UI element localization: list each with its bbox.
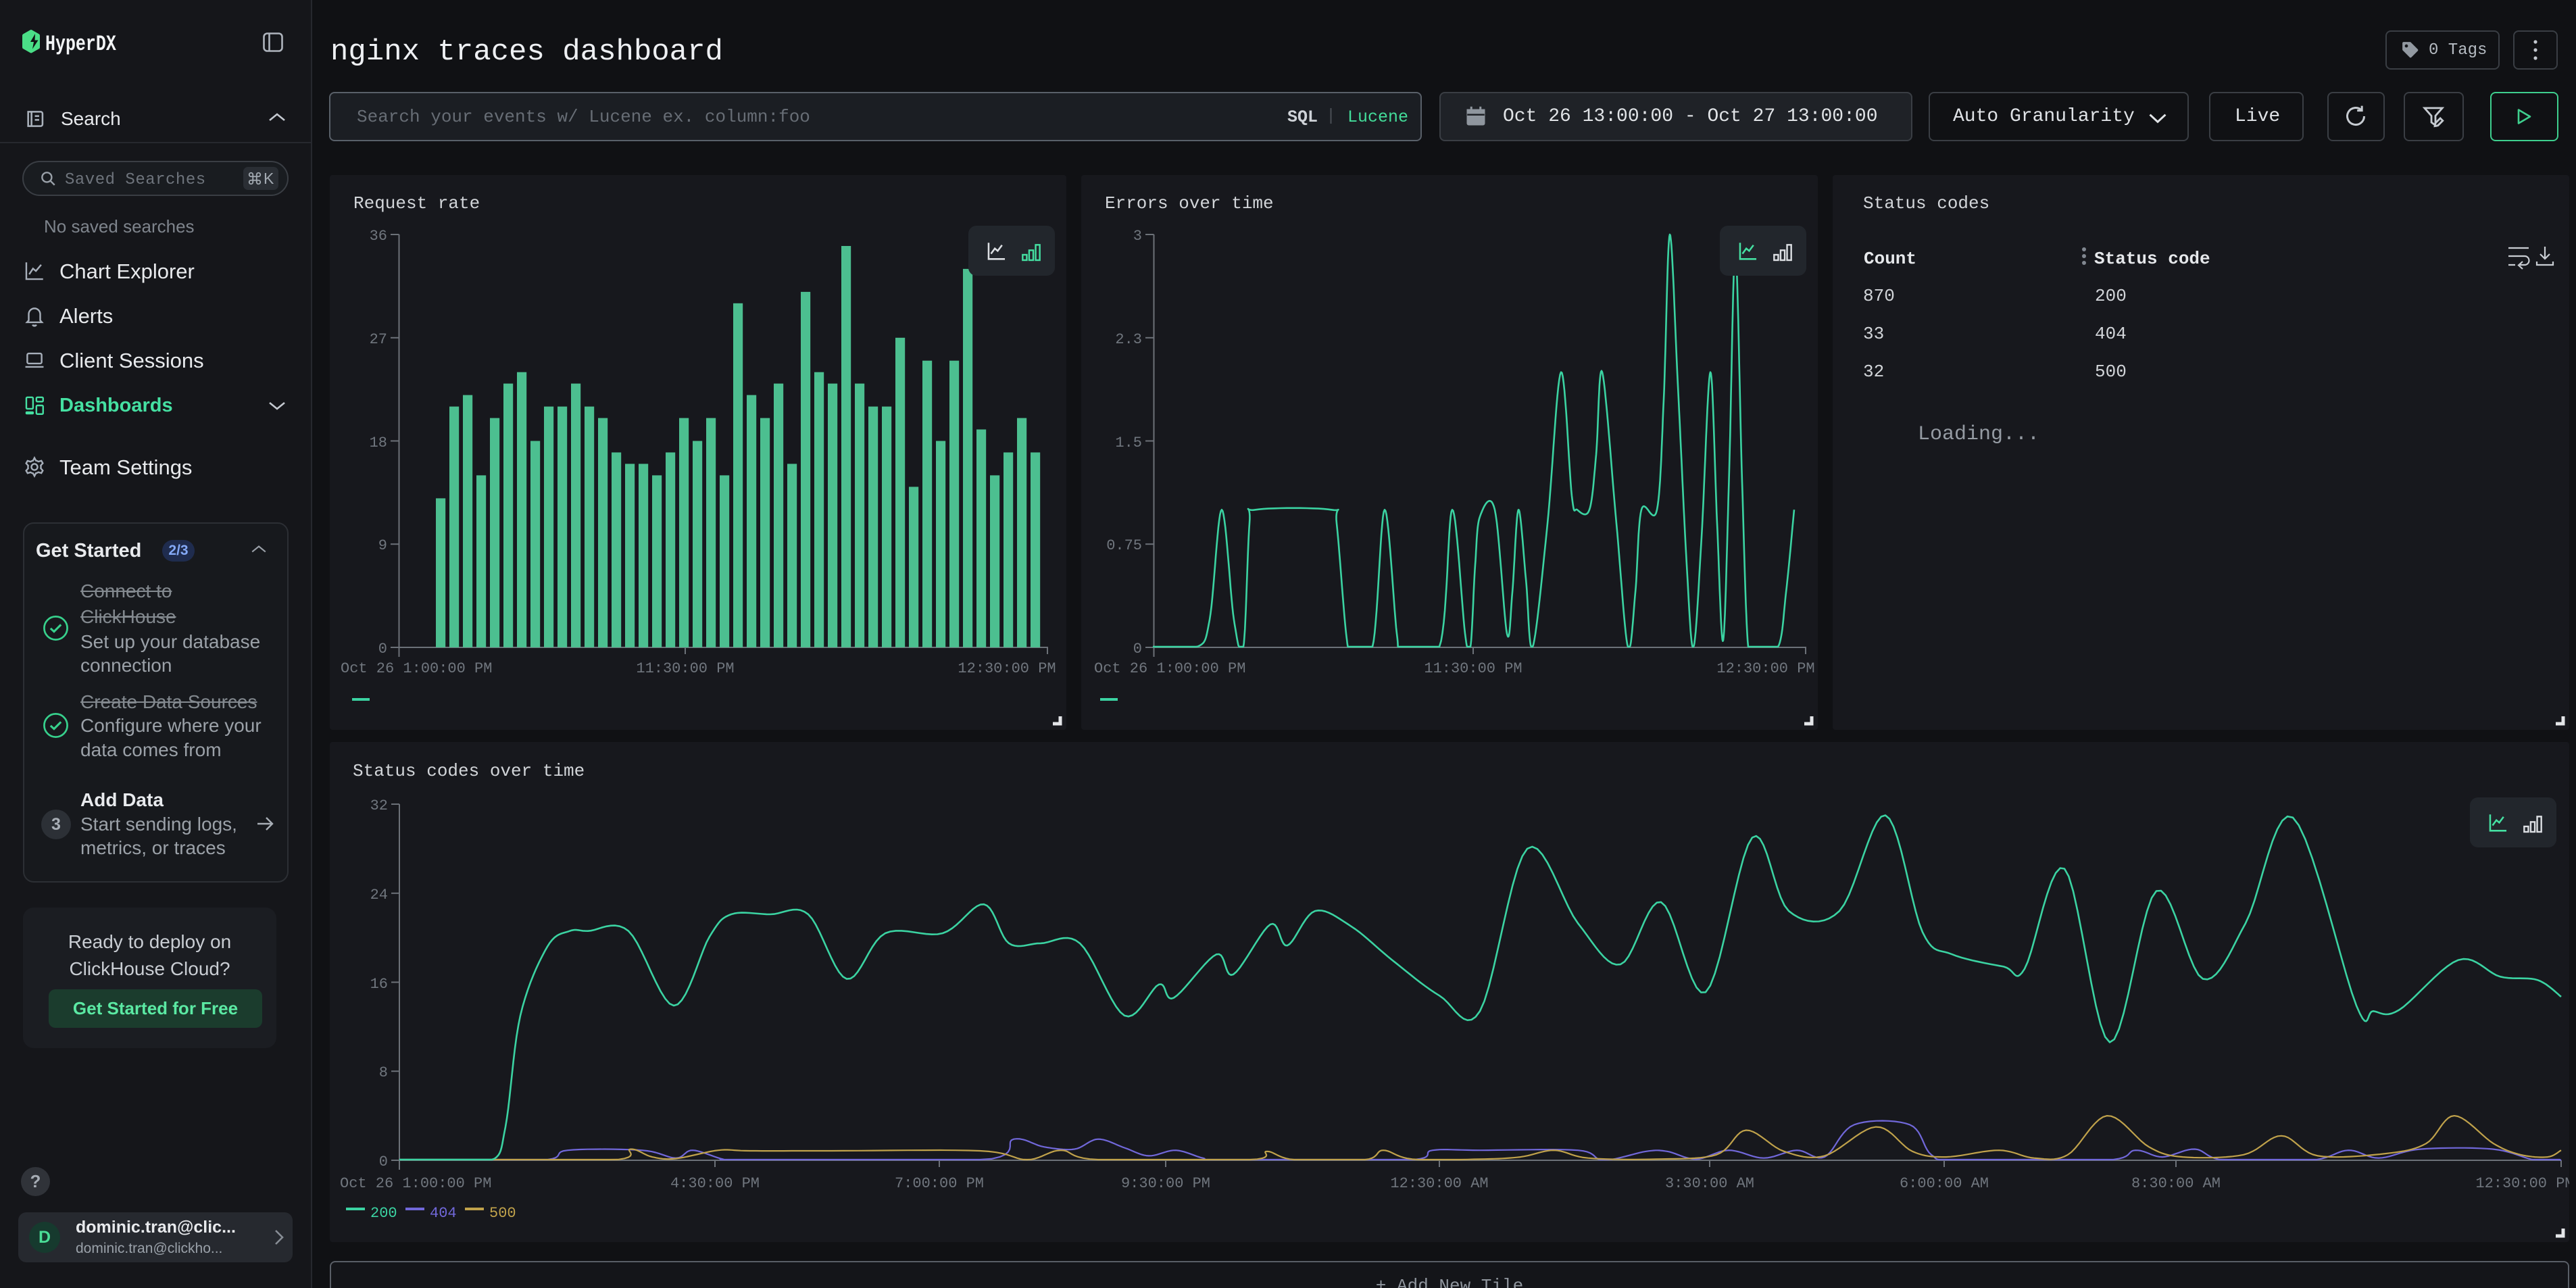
svg-text:27: 27 <box>370 331 387 348</box>
svg-text:870: 870 <box>1863 286 1895 306</box>
svg-text:11:30:00 PM: 11:30:00 PM <box>1424 660 1522 677</box>
svg-text:8: 8 <box>379 1064 388 1081</box>
svg-text:0: 0 <box>379 1154 388 1170</box>
svg-text:1.5: 1.5 <box>1115 435 1142 451</box>
svg-text:200: 200 <box>370 1205 397 1222</box>
svg-text:Status code: Status code <box>2094 249 2210 269</box>
svg-text:3:30:00 AM: 3:30:00 AM <box>1665 1175 1754 1192</box>
svg-text:500: 500 <box>2095 362 2127 382</box>
svg-text:12:30:00 PM: 12:30:00 PM <box>958 660 1056 677</box>
svg-text:32: 32 <box>1863 362 1884 382</box>
svg-text:404: 404 <box>430 1205 457 1222</box>
svg-text:200: 200 <box>2095 286 2127 306</box>
svg-text:9:30:00 PM: 9:30:00 PM <box>1121 1175 1210 1192</box>
svg-text:8:30:00 AM: 8:30:00 AM <box>2131 1175 2221 1192</box>
svg-text:6:00:00 AM: 6:00:00 AM <box>1900 1175 1989 1192</box>
svg-text:Oct 26 1:00:00 PM: Oct 26 1:00:00 PM <box>340 1175 491 1192</box>
svg-text:500: 500 <box>489 1205 516 1222</box>
svg-text:Oct 26 1:00:00 PM: Oct 26 1:00:00 PM <box>341 660 492 677</box>
svg-text:11:30:00 PM: 11:30:00 PM <box>636 660 734 677</box>
svg-text:2.3: 2.3 <box>1115 331 1142 348</box>
svg-text:0: 0 <box>378 641 387 658</box>
svg-text:3: 3 <box>1133 228 1142 245</box>
svg-text:18: 18 <box>370 435 387 451</box>
svg-text:Oct 26 1:00:00 PM: Oct 26 1:00:00 PM <box>1094 660 1245 677</box>
svg-text:32: 32 <box>370 797 388 814</box>
svg-text:12:30:00 AM: 12:30:00 AM <box>1390 1175 1488 1192</box>
svg-text:Loading...: Loading... <box>1918 423 2039 446</box>
svg-text:36: 36 <box>370 228 387 245</box>
svg-text:24: 24 <box>370 887 388 903</box>
svg-text:12:30:00 PM: 12:30:00 PM <box>2475 1175 2569 1192</box>
svg-text:7:00:00 PM: 7:00:00 PM <box>895 1175 984 1192</box>
svg-text:33: 33 <box>1863 324 1884 344</box>
svg-text:9: 9 <box>378 537 387 554</box>
svg-text:404: 404 <box>2095 324 2127 344</box>
svg-text:0.75: 0.75 <box>1106 537 1142 554</box>
svg-text:12:30:00 PM: 12:30:00 PM <box>1716 660 1814 677</box>
svg-text:0: 0 <box>1133 641 1142 658</box>
svg-text:4:30:00 PM: 4:30:00 PM <box>670 1175 760 1192</box>
svg-text:16: 16 <box>370 976 388 993</box>
svg-text:Count: Count <box>1864 249 1916 269</box>
